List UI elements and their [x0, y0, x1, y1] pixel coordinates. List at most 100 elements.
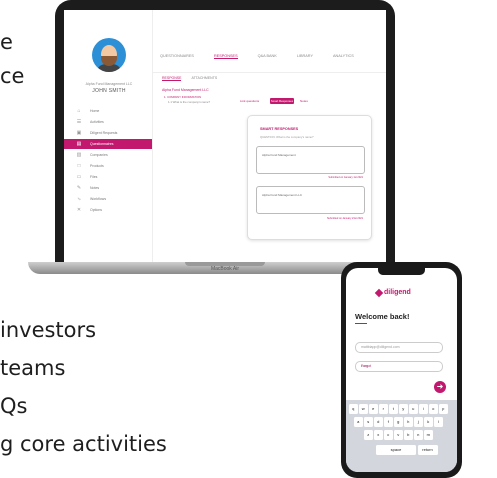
diligend-logo-icon — [374, 288, 384, 298]
key-n[interactable]: n — [414, 430, 423, 440]
avatar[interactable] — [92, 38, 126, 72]
keyboard-row-1: qwertyuiop — [349, 404, 448, 414]
phone-notch — [378, 268, 425, 275]
fund-name: Alpha Fund Management LLC — [162, 88, 209, 92]
tab-response[interactable]: RESPONSE — [162, 76, 182, 81]
key-q[interactable]: q — [349, 404, 358, 414]
keyboard: qwertyuiop asdfghjkl zxcvbnm space retur… — [346, 400, 457, 472]
bg-text-line-3: investors — [0, 318, 97, 342]
key-k[interactable]: k — [424, 417, 433, 427]
key-x[interactable]: x — [374, 430, 383, 440]
sidebar-item-workflows[interactable]: ⤷ Workflows — [64, 194, 152, 204]
key-w[interactable]: w — [359, 404, 368, 414]
return-key[interactable]: return — [417, 445, 438, 455]
document-icon: ▤ — [76, 141, 82, 147]
answer-option-1[interactable]: Alpha Fund Management — [256, 146, 365, 174]
home-icon: ⌂ — [77, 108, 81, 114]
phone-screen: diligend Welcome back! mattbiapp@diligen… — [346, 268, 457, 472]
key-o[interactable]: o — [429, 404, 438, 414]
section-title[interactable]: 1. COMPANY INFORMATION — [164, 95, 201, 99]
key-i[interactable]: i — [419, 404, 428, 414]
bg-text-line-4: teams — [0, 356, 66, 380]
question-text[interactable]: 1.1 What is the company's name? — [168, 100, 210, 104]
email-field[interactable]: mattbiapp@diligend.com — [355, 342, 443, 353]
tab-attachments[interactable]: ATTACHMENTS — [191, 76, 217, 81]
key-t[interactable]: t — [389, 404, 398, 414]
building-icon: ▥ — [76, 152, 82, 158]
forgot-link[interactable]: Forgot — [361, 364, 438, 368]
sidebar-item-options[interactable]: ✕ Options — [64, 205, 152, 215]
user-name[interactable]: JOHN SMITH — [68, 88, 150, 94]
folder-icon: ▭ — [76, 174, 82, 180]
sidebar-item-label: Activities — [90, 120, 104, 124]
key-z[interactable]: z — [364, 430, 373, 440]
key-j[interactable]: j — [414, 417, 423, 427]
answer-option-2[interactable]: Alpha Fund Management LLC — [256, 186, 365, 214]
tab-responses[interactable]: RESPONSES — [213, 54, 238, 59]
key-v[interactable]: v — [394, 430, 403, 440]
tab-questionnaires[interactable]: QUESTIONNAIRES — [160, 54, 194, 59]
tab-analytics[interactable]: ANALYTICS — [333, 54, 354, 59]
sidebar-item-label: Companies — [90, 153, 108, 157]
smart-responses-button[interactable]: Smart Responses — [270, 98, 294, 104]
key-b[interactable]: b — [404, 430, 413, 440]
sidebar-item-label: Options — [90, 208, 103, 212]
tab-library[interactable]: LIBRARY — [297, 54, 313, 59]
heading-underline — [355, 323, 367, 324]
sidebar-item-home[interactable]: ⌂ Home — [64, 106, 152, 116]
bg-text-line-5: Qs — [0, 394, 28, 418]
password-field[interactable]: •••••• Forgot — [355, 361, 443, 372]
key-s[interactable]: s — [364, 417, 373, 427]
login-arrow-button[interactable]: ➜ — [434, 381, 446, 393]
card-question: QUESTION: What is the company's name? — [260, 135, 314, 139]
sidebar-item-products[interactable]: □ Products — [64, 161, 152, 171]
answer-meta-2: Submitted on January 21st 2021 — [327, 217, 363, 220]
bg-text-line-1: e — [0, 30, 13, 54]
sidebar-item-label: Files — [90, 175, 98, 179]
key-r[interactable]: r — [379, 404, 388, 414]
key-y[interactable]: y — [399, 404, 408, 414]
answer-text: Alpha Fund Management LLC — [262, 193, 303, 197]
keyboard-row-3: zxcvbnm — [364, 430, 433, 440]
org-name: Alpha Fund Management LLC — [85, 82, 133, 86]
bg-text-line-6: g core activities — [0, 432, 167, 456]
sidebar-item-notes[interactable]: ✎ Notes — [64, 183, 152, 193]
sidebar-item-companies[interactable]: ▥ Companies — [64, 150, 152, 160]
link-questions-button[interactable]: Link questions — [240, 99, 259, 103]
key-a[interactable]: a — [354, 417, 363, 427]
sidebar-item-questionnaires[interactable]: ▤ Questionnaires — [64, 139, 152, 149]
settings-icon: ✕ — [76, 207, 82, 213]
box-icon: □ — [77, 163, 81, 169]
app-logo: diligend — [384, 289, 411, 296]
key-c[interactable]: c — [384, 430, 393, 440]
sidebar-item-activities[interactable]: ☰ Activities — [64, 117, 152, 127]
notes-button[interactable]: Notes — [300, 99, 308, 103]
key-p[interactable]: p — [439, 404, 448, 414]
key-g[interactable]: g — [394, 417, 403, 427]
sidebar-item-files[interactable]: ▭ Files — [64, 172, 152, 182]
sidebar: Alpha Fund Management LLC JOHN SMITH ⌂ Ho… — [64, 10, 153, 262]
tab-qa-bank[interactable]: Q&A BANK — [258, 54, 277, 59]
note-icon: ✎ — [76, 185, 82, 191]
list-icon: ☰ — [76, 119, 82, 125]
keyboard-row-2: asdfghjkl — [354, 417, 443, 427]
sidebar-item-label: Questionnaires — [90, 142, 114, 146]
key-m[interactable]: m — [424, 430, 433, 440]
sidebar-item-diligent-requests[interactable]: ▣ Diligent Requests — [64, 128, 152, 138]
key-e[interactable]: e — [369, 404, 378, 414]
sidebar-nav: ⌂ Home ☰ Activities ▣ Diligent Requests ▤ Qu… — [64, 106, 152, 216]
space-key[interactable]: space — [376, 445, 416, 455]
card-title: SMART RESPONSES — [260, 127, 299, 131]
sidebar-item-label: Notes — [90, 186, 100, 190]
key-f[interactable]: f — [384, 417, 393, 427]
answer-text: Alpha Fund Management — [262, 153, 296, 157]
key-d[interactable]: d — [374, 417, 383, 427]
key-u[interactable]: u — [409, 404, 418, 414]
sidebar-item-label: Home — [90, 109, 100, 113]
key-l[interactable]: l — [434, 417, 443, 427]
sidebar-item-label: Products — [90, 164, 104, 168]
top-tabs: QUESTIONNAIRES RESPONSES Q&A BANK LIBRAR… — [160, 54, 354, 59]
arrow-right-icon: ➜ — [436, 382, 444, 391]
laptop-screen: Alpha Fund Management LLC JOHN SMITH ⌂ Ho… — [64, 10, 386, 262]
key-h[interactable]: h — [404, 417, 413, 427]
